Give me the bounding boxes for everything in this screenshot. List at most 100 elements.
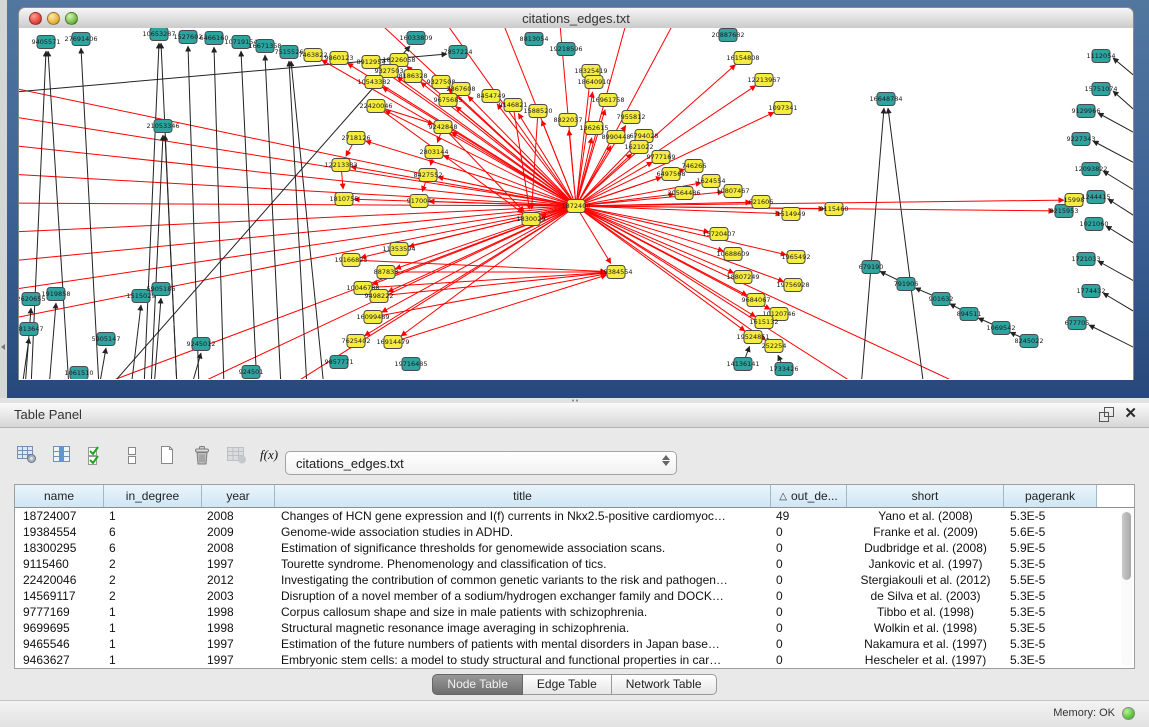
graph-node[interactable]: 677705 — [1065, 317, 1090, 330]
network-canvas[interactable]: 1872400183002919384554986012389129541822… — [18, 28, 1134, 380]
table-row[interactable]: 1830029562008Estimation of significance … — [15, 540, 1134, 556]
graph-node[interactable]: 7625402 — [342, 335, 371, 348]
graph-node[interactable]: 19166825 — [334, 254, 367, 267]
graph-node[interactable]: 2718126 — [342, 132, 371, 145]
graph-node[interactable]: 1244415 — [1082, 191, 1111, 204]
graph-node[interactable]: 791906 — [894, 278, 919, 291]
graph-node[interactable]: 9245012 — [187, 338, 216, 351]
splitter-left-strip[interactable] — [0, 0, 7, 398]
graph-node[interactable]: 901632 — [929, 293, 954, 306]
table-selector[interactable]: citations_edges.txt — [285, 451, 677, 475]
table-row[interactable]: 946362711997Embryonic stem cells: a mode… — [15, 652, 1134, 668]
graph-node[interactable]: 16154808 — [726, 52, 759, 65]
graph-node[interactable]: 917004 — [407, 195, 432, 208]
graph-node[interactable]: 1774432 — [1077, 285, 1106, 298]
graph-node[interactable]: 15751074 — [1084, 83, 1117, 96]
collapse-left-arrow-icon[interactable] — [1, 344, 5, 350]
table-row[interactable]: 1938455462009Genome-wide association stu… — [15, 524, 1134, 540]
graph-node[interactable]: 27691406 — [64, 33, 97, 46]
graph-node[interactable]: 16914479 — [376, 336, 409, 349]
delete-columns-button[interactable] — [189, 442, 215, 468]
graph-node[interactable]: 1721033 — [1072, 253, 1101, 266]
graph-node[interactable]: 679190 — [859, 261, 884, 274]
graph-node[interactable]: 1021060 — [1080, 218, 1109, 231]
graph-node[interactable]: 18640910 — [577, 76, 610, 89]
delete-table-button[interactable] — [224, 442, 250, 468]
column-header-title[interactable]: title — [275, 485, 771, 507]
graph-node[interactable]: 15720407 — [702, 228, 735, 241]
graph-node[interactable]: 887833 — [374, 266, 399, 279]
graph-node[interactable]: 15998 — [1064, 194, 1085, 207]
graph-node[interactable]: 1965492 — [782, 251, 811, 264]
graph-node[interactable]: 9684067 — [742, 294, 771, 307]
close-panel-icon[interactable]: ✕ — [1124, 406, 1137, 422]
graph-node[interactable]: 10807467 — [716, 185, 749, 198]
graph-node[interactable]: 1624554 — [697, 175, 726, 188]
function-builder-button[interactable]: f(x) — [259, 442, 285, 468]
graph-node[interactable]: 9777169 — [647, 151, 676, 164]
table-row[interactable]: 911546021997Tourette syndrome. Phenomeno… — [15, 556, 1134, 572]
graph-node[interactable]: 1514949 — [777, 208, 806, 221]
graph-node[interactable]: 16033809 — [399, 32, 432, 45]
graph-node[interactable]: 252254 — [762, 340, 787, 353]
create-new-column-button[interactable] — [154, 442, 180, 468]
column-visibility-button[interactable] — [49, 442, 75, 468]
graph-node[interactable]: 19716485 — [394, 358, 427, 371]
graph-node[interactable]: 16648784 — [869, 93, 902, 106]
column-header-short[interactable]: short — [847, 485, 1004, 507]
table-scrollbar[interactable] — [1121, 510, 1132, 666]
graph-node[interactable]: 1061510 — [65, 367, 94, 380]
graph-node[interactable]: 1112054 — [1087, 50, 1116, 63]
graph-node[interactable]: 1733426 — [770, 363, 799, 376]
graph-node[interactable]: 621606 — [749, 196, 774, 209]
graph-node[interactable]: 1830029 — [517, 213, 546, 226]
table-row[interactable]: 946554611997Estimation of the future num… — [15, 636, 1134, 652]
column-header-in_degree[interactable]: in_degree — [104, 485, 202, 507]
graph-node[interactable]: 894511 — [957, 308, 982, 321]
graph-node[interactable]: 9675685 — [434, 94, 463, 107]
table-row[interactable]: 977716911998Corpus callosum shape and si… — [15, 604, 1134, 620]
graph-node[interactable]: 8427552 — [414, 169, 443, 182]
graph-node[interactable]: 16099489 — [356, 311, 389, 324]
graph-node[interactable]: 9857771 — [325, 356, 354, 369]
table-scrollbar-thumb[interactable] — [1122, 512, 1131, 580]
graph-node[interactable]: 14136141 — [726, 358, 759, 371]
table-settings-button[interactable] — [14, 442, 40, 468]
table-row[interactable]: 969969511998Structural magnetic resonanc… — [15, 620, 1134, 636]
graph-node[interactable]: 21053346 — [146, 120, 179, 133]
graph-node[interactable]: 8813647 — [19, 323, 43, 336]
graph-node[interactable]: 8813054 — [520, 33, 549, 46]
graph-node[interactable]: 8822037 — [554, 114, 583, 127]
table-row[interactable]: 2242004622012Investigating the contribut… — [15, 572, 1134, 588]
tab-node-table[interactable]: Node Table — [432, 674, 523, 695]
graph-node[interactable]: 8990448 — [602, 131, 631, 144]
network-window-titlebar[interactable]: citations_edges.txt — [18, 7, 1134, 29]
graph-node[interactable]: 1810755 — [330, 193, 359, 206]
graph-node[interactable]: 18807249 — [726, 271, 759, 284]
graph-node[interactable]: 1588520 — [524, 105, 553, 118]
graph-node[interactable]: 924501 — [239, 366, 264, 379]
graph-node[interactable]: 6497568 — [657, 168, 686, 181]
graph-node[interactable]: 20564486 — [667, 187, 700, 200]
graph-node[interactable]: 9115460 — [820, 203, 849, 216]
graph-node[interactable]: 19384554 — [599, 266, 632, 279]
graph-node[interactable]: 11353594 — [382, 243, 415, 256]
unselect-all-columns-button[interactable] — [119, 442, 145, 468]
select-all-columns-button[interactable] — [84, 442, 110, 468]
graph-node[interactable]: 12213967 — [747, 74, 780, 87]
graph-node[interactable]: 12213383 — [324, 159, 357, 172]
graph-node[interactable]: 16961758 — [591, 94, 624, 107]
column-header-name[interactable]: name — [15, 485, 104, 507]
graph-node[interactable]: 19756928 — [776, 279, 809, 292]
graph-node[interactable]: 5905147 — [92, 333, 121, 346]
graph-node[interactable]: 9242848 — [429, 121, 458, 134]
graph-node[interactable]: 12093822 — [1074, 163, 1107, 176]
graph-node[interactable]: 7857224 — [444, 46, 473, 59]
graph-node[interactable]: 22420046 — [359, 100, 392, 113]
column-header-pagerank[interactable]: pagerank — [1004, 485, 1097, 507]
column-header-out_de[interactable]: △out_de... — [771, 485, 847, 507]
graph-node[interactable]: 1615132 — [750, 316, 779, 329]
graph-node[interactable]: 19218596 — [549, 43, 582, 56]
table-row[interactable]: 1456911722003Disruption of a novel membe… — [15, 588, 1134, 604]
graph-node[interactable]: 9129966 — [1072, 105, 1101, 118]
